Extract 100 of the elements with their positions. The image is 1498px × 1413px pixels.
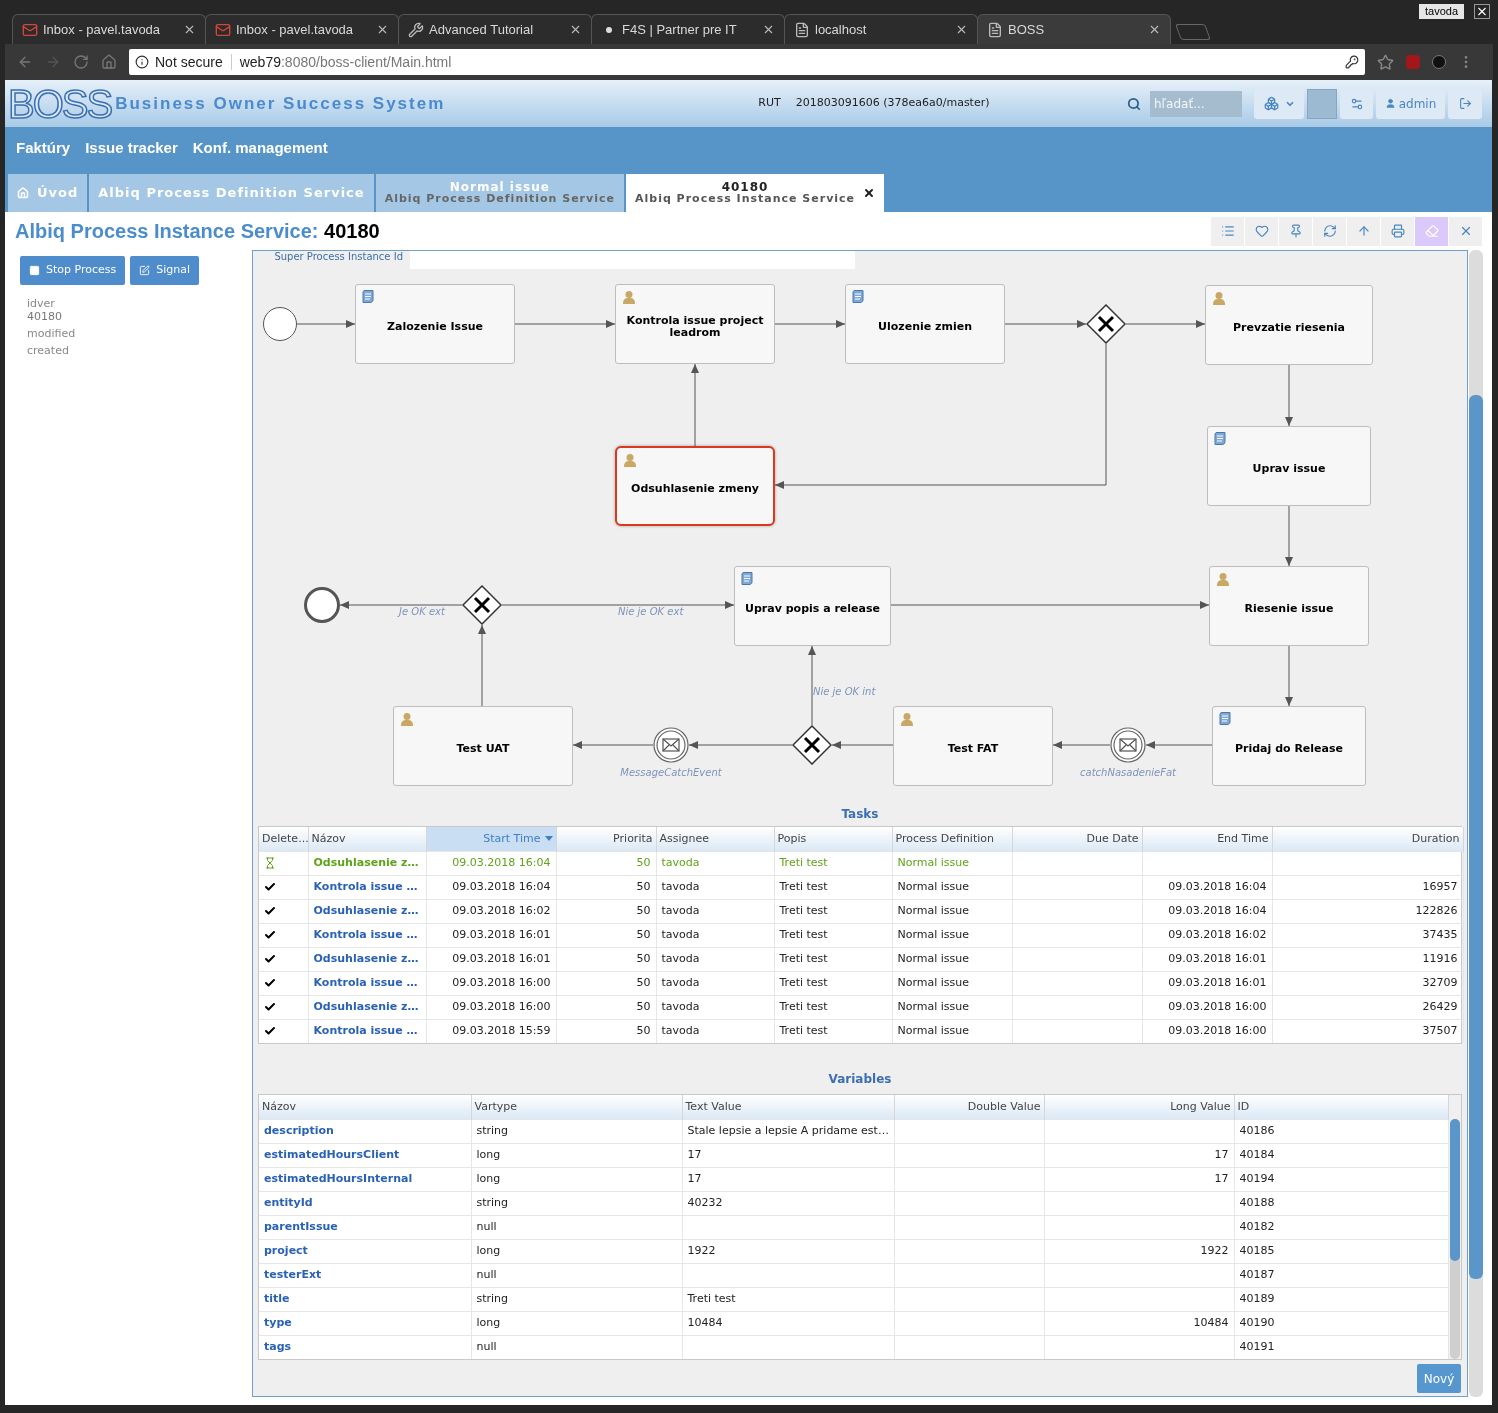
variable-name-link[interactable]: estimatedHoursClient [264,1147,400,1161]
task-box[interactable]: Uprav popis a release [734,566,891,646]
task-box[interactable]: Uprav issue [1207,426,1371,506]
action-button[interactable]: Signal [130,256,200,285]
action-button[interactable]: Stop Process [20,256,126,285]
color-button[interactable] [1307,88,1337,119]
variable-name-link[interactable]: parentIssue [264,1219,338,1233]
super-process-field[interactable] [410,251,855,269]
column-header[interactable]: Duration [1272,827,1463,851]
user-icon [1216,572,1230,586]
variable-name-link[interactable]: testerExt [264,1267,322,1281]
browser-tab[interactable]: F4S | Partner pre IT [591,14,785,44]
table-cell: 10484 [687,1315,723,1329]
task-name-link[interactable]: Odsuhlasenie z… [313,999,419,1013]
close-icon[interactable] [762,23,775,36]
reload-icon[interactable] [73,54,89,70]
task-box[interactable]: Kontrola issue project leadrom [615,284,775,364]
user-icon [623,453,637,467]
task-name-link[interactable]: Kontrola issue … [313,879,418,893]
close-icon[interactable] [1474,4,1490,19]
page-title: Albiq Process Instance Service: 40180 [15,219,380,244]
toolbar-button[interactable] [1449,216,1483,246]
close-icon[interactable] [376,23,389,36]
variable-name-link[interactable]: type [264,1315,292,1329]
settings-button[interactable] [1340,88,1373,119]
column-header[interactable]: Priorita [556,827,656,851]
close-icon[interactable] [569,23,582,36]
table-cell: 40186 [1239,1123,1275,1137]
browser-tab[interactable]: Inbox - pavel.tavoda [12,14,206,44]
close-icon[interactable] [955,23,968,36]
browser-tab[interactable]: BOSS [977,14,1171,44]
column-header[interactable]: Text Value [682,1095,894,1119]
close-icon[interactable] [183,23,196,36]
scrollbar[interactable] [1469,250,1483,1397]
property-label: idver [27,297,56,310]
column-header[interactable]: Long Value [1044,1095,1234,1119]
column-header[interactable]: Double Value [894,1095,1044,1119]
toolbar-button[interactable] [1381,216,1415,246]
task-box[interactable]: Riesenie issue [1209,566,1369,646]
column-header[interactable]: ID [1234,1095,1448,1119]
browser-tab[interactable]: localhost [784,14,978,44]
back-icon[interactable] [17,54,33,70]
toolbar-button[interactable] [1211,216,1245,246]
variable-name-link[interactable]: description [264,1123,334,1137]
variable-name-link[interactable]: project [264,1243,308,1257]
column-header[interactable]: Popis [774,827,892,851]
task-box[interactable]: Odsuhlasenie zmeny [615,446,775,526]
variable-name-link[interactable]: entityId [264,1195,313,1209]
task-box[interactable]: Test UAT [393,706,573,786]
exclusive-gateway [1086,304,1126,344]
variable-name-link[interactable]: estimatedHoursInternal [264,1171,413,1185]
task-box[interactable]: Test FAT [893,706,1053,786]
table-cell: string [476,1195,509,1209]
task-box[interactable]: Zalozenie Issue [355,284,515,364]
address-field[interactable]: Not secure web79:8080/boss-client/Main.html [129,49,1365,75]
toolbar-button[interactable] [1313,216,1347,246]
column-header[interactable]: Vartype [471,1095,682,1119]
variable-name-link[interactable]: tags [264,1340,292,1353]
column-header[interactable]: End Time [1142,827,1272,851]
task-name-link[interactable]: Kontrola issue … [313,975,418,989]
toolbar-button[interactable] [1415,216,1449,246]
toolbar-button[interactable] [1347,216,1381,246]
logout-button[interactable] [1448,88,1482,119]
task-label: Prevzatie riesenia [1233,322,1345,334]
home-icon[interactable] [101,54,117,70]
column-header[interactable]: Assignee [656,827,774,851]
toolbar-button[interactable] [1245,216,1279,246]
close-icon[interactable] [1148,23,1161,36]
column-header[interactable]: Názov [259,1095,471,1119]
search-field[interactable]: hľadať... [1150,90,1242,117]
forward-icon[interactable] [45,54,61,70]
search-icon[interactable] [1127,96,1141,111]
modules-dropdown[interactable] [1254,88,1304,119]
star-icon[interactable] [1377,53,1394,71]
tab-title: F4S | Partner pre IT [622,20,737,39]
task-box[interactable]: Ulozenie zmien [845,284,1005,364]
column-header[interactable]: Názov [308,827,426,851]
start-event [263,307,297,341]
message-event [1110,727,1146,763]
task-name-link[interactable]: Odsuhlasenie z… [313,951,419,965]
browser-tab[interactable]: Advanced Tutorial [398,14,592,44]
task-box[interactable]: Pridaj do Release [1212,706,1366,786]
new-tab-button[interactable] [1175,24,1211,40]
table-cell: 09.03.2018 16:01 [1168,975,1267,989]
column-header[interactable]: Delete... [259,827,308,851]
app-tab[interactable]: 40180 Albiq Process Instance Service [625,174,885,212]
task-name-link[interactable]: Kontrola issue … [313,1024,418,1037]
task-name-link[interactable]: Kontrola issue … [313,927,418,941]
task-box[interactable]: Prevzatie riesenia [1205,285,1373,365]
browser-tab[interactable]: Inbox - pavel.tavoda [205,14,399,44]
column-header[interactable]: Process Definition [892,827,1012,851]
task-name-link[interactable]: Odsuhlasenie z… [313,903,419,917]
variable-name-link[interactable]: title [264,1291,290,1305]
tab-title: Advanced Tutorial [429,20,534,39]
table-cell: 09.03.2018 16:04 [452,879,551,893]
profile-name[interactable]: tavoda [1418,4,1464,19]
column-header[interactable]: Due Date [1012,827,1142,851]
table-cell: string [476,1291,509,1305]
close-icon[interactable] [863,187,876,199]
toolbar-button[interactable] [1279,216,1313,246]
